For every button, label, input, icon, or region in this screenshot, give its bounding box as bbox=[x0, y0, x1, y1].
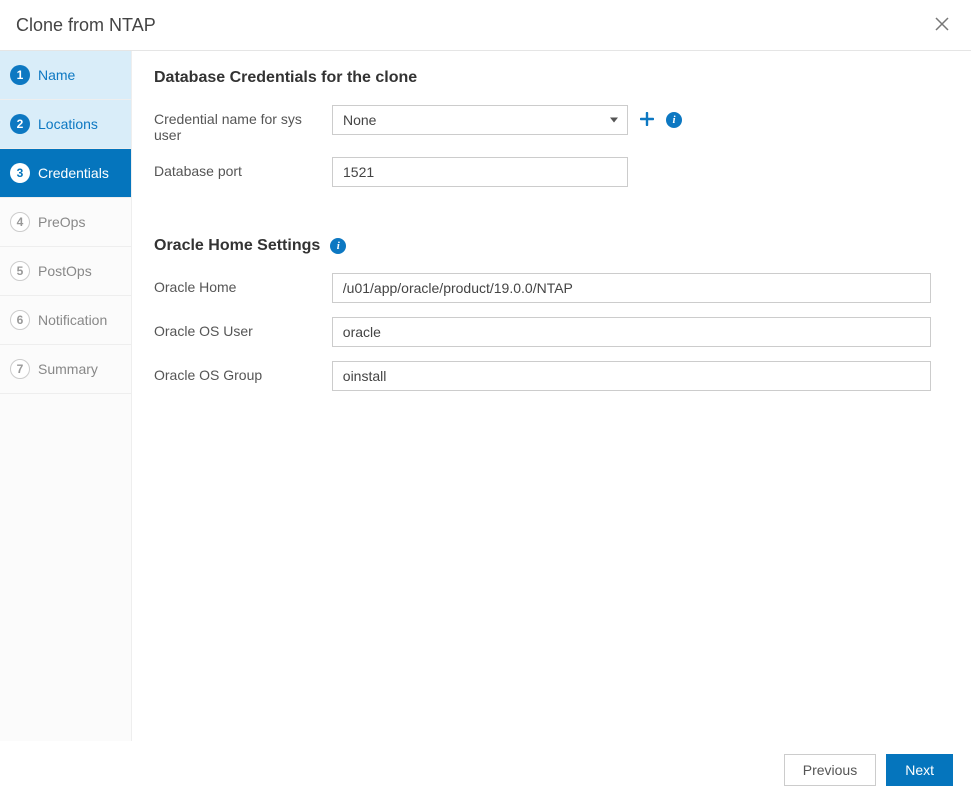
step-label: PreOps bbox=[38, 214, 85, 230]
step-label: Locations bbox=[38, 116, 98, 132]
step-badge: 6 bbox=[10, 310, 30, 330]
wizard-sidebar: 1 Name 2 Locations 3 Credentials 4 PreOp… bbox=[0, 51, 132, 746]
oracle-home-settings-label: Oracle Home Settings bbox=[154, 237, 320, 255]
step-label: Name bbox=[38, 67, 75, 83]
oracle-os-group-input[interactable] bbox=[332, 361, 931, 391]
step-credentials[interactable]: 3 Credentials bbox=[0, 149, 131, 198]
oracle-os-user-label: Oracle OS User bbox=[154, 317, 332, 339]
credential-name-label: Credential name for sys user bbox=[154, 105, 332, 143]
database-port-input[interactable] bbox=[332, 157, 628, 187]
step-label: Credentials bbox=[38, 165, 109, 181]
row-oracle-os-user: Oracle OS User bbox=[154, 317, 931, 347]
step-badge: 2 bbox=[10, 114, 30, 134]
info-icon[interactable]: i bbox=[330, 238, 346, 254]
oracle-home-label: Oracle Home bbox=[154, 273, 332, 295]
add-credential-icon[interactable] bbox=[640, 111, 654, 129]
previous-button[interactable]: Previous bbox=[784, 754, 876, 786]
oracle-os-user-input[interactable] bbox=[332, 317, 931, 347]
step-badge: 4 bbox=[10, 212, 30, 232]
section-db-credentials-title: Database Credentials for the clone bbox=[154, 69, 931, 87]
step-label: PostOps bbox=[38, 263, 92, 279]
oracle-os-group-label: Oracle OS Group bbox=[154, 361, 332, 383]
step-postops[interactable]: 5 PostOps bbox=[0, 247, 131, 296]
oracle-home-input[interactable] bbox=[332, 273, 931, 303]
section-oracle-home-title: Oracle Home Settings i bbox=[154, 237, 931, 255]
step-preops[interactable]: 4 PreOps bbox=[0, 198, 131, 247]
step-badge: 5 bbox=[10, 261, 30, 281]
step-notification[interactable]: 6 Notification bbox=[0, 296, 131, 345]
step-label: Notification bbox=[38, 312, 107, 328]
step-badge: 3 bbox=[10, 163, 30, 183]
step-badge: 7 bbox=[10, 359, 30, 379]
dialog-header: Clone from NTAP bbox=[0, 0, 971, 51]
row-credential-name: Credential name for sys user None i bbox=[154, 105, 931, 143]
step-badge: 1 bbox=[10, 65, 30, 85]
row-oracle-home: Oracle Home bbox=[154, 273, 931, 303]
info-icon[interactable]: i bbox=[666, 112, 682, 128]
step-locations[interactable]: 2 Locations bbox=[0, 100, 131, 149]
credential-name-select[interactable]: None bbox=[332, 105, 628, 135]
step-name[interactable]: 1 Name bbox=[0, 51, 131, 100]
next-button[interactable]: Next bbox=[886, 754, 953, 786]
dialog-title: Clone from NTAP bbox=[16, 15, 156, 36]
row-database-port: Database port bbox=[154, 157, 931, 187]
step-summary[interactable]: 7 Summary bbox=[0, 345, 131, 394]
close-icon[interactable] bbox=[931, 12, 953, 38]
credential-name-value: None bbox=[332, 105, 628, 135]
row-oracle-os-group: Oracle OS Group bbox=[154, 361, 931, 391]
database-port-label: Database port bbox=[154, 157, 332, 179]
dialog-footer: Previous Next bbox=[0, 741, 971, 799]
step-label: Summary bbox=[38, 361, 98, 377]
main-content: Database Credentials for the clone Crede… bbox=[132, 51, 971, 746]
